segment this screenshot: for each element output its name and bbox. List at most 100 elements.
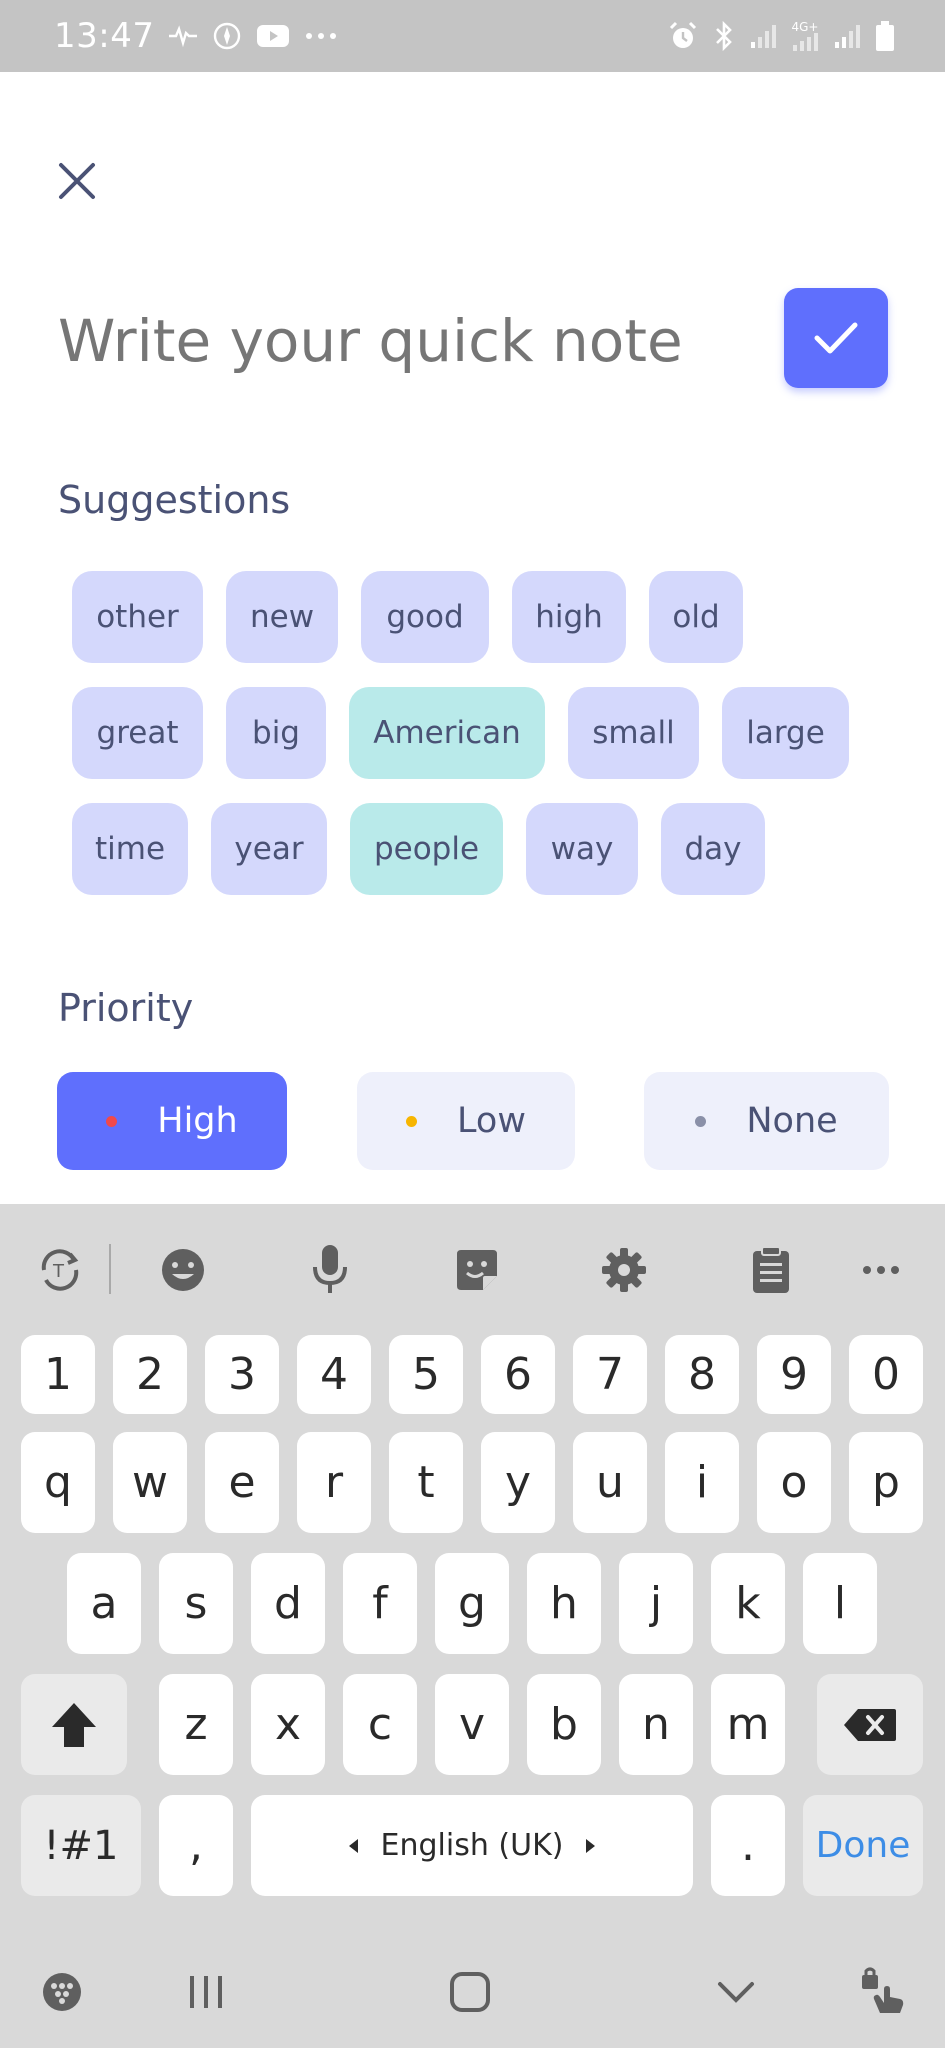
suggestion-chip[interactable]: high bbox=[512, 571, 626, 663]
key-c[interactable]: c bbox=[343, 1674, 417, 1775]
key-y[interactable]: y bbox=[481, 1432, 555, 1533]
key-f[interactable]: f bbox=[343, 1553, 417, 1654]
key-d[interactable]: d bbox=[251, 1553, 325, 1654]
sticker-icon[interactable] bbox=[447, 1240, 507, 1300]
key-r[interactable]: r bbox=[297, 1432, 371, 1533]
key-4[interactable]: 4 bbox=[297, 1335, 371, 1414]
suggestion-chips: other new good high old great big Americ… bbox=[72, 571, 892, 895]
bluetooth-icon bbox=[713, 20, 735, 52]
emoji-icon[interactable] bbox=[153, 1240, 213, 1300]
keyboard: T 1 2 3 4 5 6 7 8 9 0 q w e r t y u i o bbox=[0, 1204, 945, 2048]
key-0[interactable]: 0 bbox=[849, 1335, 923, 1414]
suggestion-chip[interactable]: year bbox=[211, 803, 327, 895]
alarm-icon bbox=[667, 20, 699, 52]
key-t[interactable]: t bbox=[389, 1432, 463, 1533]
key-z[interactable]: z bbox=[159, 1674, 233, 1775]
compass-icon bbox=[212, 21, 242, 51]
key-k[interactable]: k bbox=[711, 1553, 785, 1654]
suggestion-chip[interactable]: day bbox=[661, 803, 765, 895]
key-g[interactable]: g bbox=[435, 1553, 509, 1654]
chevron-right-icon bbox=[586, 1838, 596, 1853]
status-bar-right: 4G+ bbox=[667, 20, 895, 52]
home-icon[interactable] bbox=[442, 1964, 498, 2020]
key-e[interactable]: e bbox=[205, 1432, 279, 1533]
close-icon bbox=[59, 163, 95, 199]
symbols-key[interactable]: !#1 bbox=[21, 1795, 141, 1896]
key-8[interactable]: 8 bbox=[665, 1335, 739, 1414]
suggestion-chip-selected[interactable]: American bbox=[349, 687, 545, 779]
key-s[interactable]: s bbox=[159, 1553, 233, 1654]
suggestion-chip[interactable]: new bbox=[226, 571, 338, 663]
quick-note-input[interactable] bbox=[58, 296, 758, 386]
priority-label: Low bbox=[457, 1101, 526, 1141]
microphone-icon[interactable] bbox=[300, 1240, 360, 1300]
youtube-icon bbox=[256, 23, 290, 49]
key-3[interactable]: 3 bbox=[205, 1335, 279, 1414]
suggestion-row: great big American small large bbox=[72, 687, 892, 779]
keyboard-toolbar: T bbox=[0, 1204, 945, 1334]
period-key[interactable]: . bbox=[711, 1795, 785, 1896]
key-i[interactable]: i bbox=[665, 1432, 739, 1533]
key-m[interactable]: m bbox=[711, 1674, 785, 1775]
key-x[interactable]: x bbox=[251, 1674, 325, 1775]
suggestion-chip-selected[interactable]: people bbox=[350, 803, 503, 895]
priority-high-button[interactable]: High bbox=[57, 1072, 287, 1170]
suggestions-title: Suggestions bbox=[58, 478, 291, 522]
key-w[interactable]: w bbox=[113, 1432, 187, 1533]
key-9[interactable]: 9 bbox=[757, 1335, 831, 1414]
text-translate-icon[interactable]: T bbox=[30, 1240, 90, 1300]
key-1[interactable]: 1 bbox=[21, 1335, 95, 1414]
key-q[interactable]: q bbox=[21, 1432, 95, 1533]
priority-low-button[interactable]: Low bbox=[357, 1072, 575, 1170]
priority-none-dot bbox=[695, 1115, 707, 1127]
key-5[interactable]: 5 bbox=[389, 1335, 463, 1414]
navigation-bar bbox=[0, 1930, 945, 2048]
priority-low-dot bbox=[406, 1115, 418, 1127]
comma-key[interactable]: , bbox=[159, 1795, 233, 1896]
shift-key[interactable] bbox=[21, 1674, 127, 1775]
done-key[interactable]: Done bbox=[803, 1795, 923, 1896]
key-u[interactable]: u bbox=[573, 1432, 647, 1533]
confirm-note-button[interactable] bbox=[784, 288, 888, 388]
suggestion-chip[interactable]: great bbox=[72, 687, 203, 779]
key-j[interactable]: j bbox=[619, 1553, 693, 1654]
suggestion-row: other new good high old bbox=[72, 571, 892, 663]
space-key[interactable]: English (UK) bbox=[251, 1795, 693, 1896]
close-button[interactable] bbox=[52, 156, 102, 206]
key-a[interactable]: a bbox=[67, 1553, 141, 1654]
more-horizontal-icon[interactable] bbox=[851, 1240, 911, 1300]
status-time: 13:47 bbox=[54, 16, 155, 56]
priority-label: High bbox=[157, 1101, 238, 1141]
suggestion-chip[interactable]: other bbox=[72, 571, 203, 663]
suggestion-chip[interactable]: way bbox=[526, 803, 638, 895]
keyboard-hide-icon[interactable] bbox=[34, 1964, 90, 2020]
key-b[interactable]: b bbox=[527, 1674, 601, 1775]
backspace-key[interactable] bbox=[817, 1674, 923, 1775]
key-p[interactable]: p bbox=[849, 1432, 923, 1533]
key-2[interactable]: 2 bbox=[113, 1335, 187, 1414]
key-n[interactable]: n bbox=[619, 1674, 693, 1775]
clipboard-icon[interactable] bbox=[741, 1240, 801, 1300]
activity-icon bbox=[168, 24, 198, 48]
priority-none-button[interactable]: None bbox=[644, 1072, 889, 1170]
settings-icon[interactable] bbox=[594, 1240, 654, 1300]
suggestion-chip[interactable]: old bbox=[649, 571, 743, 663]
priority-title: Priority bbox=[58, 986, 194, 1030]
suggestion-chip[interactable]: large bbox=[722, 687, 849, 779]
suggestion-chip[interactable]: small bbox=[568, 687, 699, 779]
suggestion-chip[interactable]: time bbox=[72, 803, 188, 895]
key-v[interactable]: v bbox=[435, 1674, 509, 1775]
key-7[interactable]: 7 bbox=[573, 1335, 647, 1414]
status-bar-left: 13:47 bbox=[54, 16, 338, 56]
suggestion-chip[interactable]: good bbox=[361, 571, 489, 663]
recent-apps-icon[interactable] bbox=[178, 1964, 234, 2020]
key-o[interactable]: o bbox=[757, 1432, 831, 1533]
accessibility-icon[interactable] bbox=[855, 1964, 911, 2020]
key-h[interactable]: h bbox=[527, 1553, 601, 1654]
language-label: English (UK) bbox=[380, 1828, 564, 1863]
key-l[interactable]: l bbox=[803, 1553, 877, 1654]
key-6[interactable]: 6 bbox=[481, 1335, 555, 1414]
priority-label: None bbox=[746, 1101, 838, 1141]
suggestion-chip[interactable]: big bbox=[226, 687, 326, 779]
back-chevron-icon[interactable] bbox=[708, 1964, 764, 2020]
